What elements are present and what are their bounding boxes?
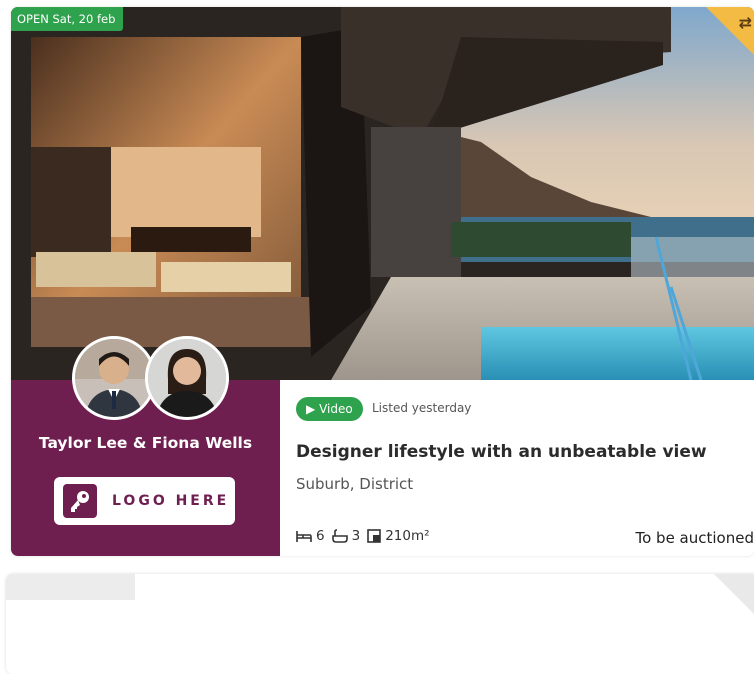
listing-photo[interactable]: OPEN Sat, 20 feb ⇄ [11,7,754,380]
bath-icon [331,529,348,543]
agent-avatar-taylor[interactable] [72,336,156,420]
bathrooms: 3 [331,528,360,544]
listing-title[interactable]: Designer lifestyle with an unbeatable vi… [296,442,707,462]
area-icon [367,529,381,543]
listing-card[interactable]: OPEN Sat, 20 feb ⇄ Taylor Lee & Fiona We… [11,7,754,556]
placeholder-badge [6,574,135,600]
bedrooms: 6 [296,528,325,544]
open-home-badge: OPEN Sat, 20 feb [11,7,124,31]
agent-avatar-fiona[interactable] [145,336,229,420]
compare-icon[interactable]: ⇄ [739,13,752,32]
price-label: To be auctioned [635,529,754,547]
feature-list: 6 3 210m² [296,528,437,544]
placeholder-corner [714,574,754,618]
next-listing-card-placeholder[interactable] [6,574,754,674]
video-badge[interactable]: ▶ Video [296,397,363,421]
key-icon [63,484,97,518]
bed-icon [296,531,312,542]
listed-date: Listed yesterday [372,401,472,415]
agency-logo[interactable]: LOGO HERE [54,477,235,525]
logo-text: LOGO HERE [112,493,230,509]
listing-location: Suburb, District [296,475,414,493]
agents-name[interactable]: Taylor Lee & Fiona Wells [11,434,280,452]
video-label: Video [319,402,353,416]
agent-panel[interactable]: Taylor Lee & Fiona Wells LOGO HERE [11,336,280,556]
land-area: 210m² [367,528,430,544]
play-icon: ▶ [306,402,316,416]
listing-details: ▶ Video Listed yesterday Designer lifest… [296,380,754,556]
